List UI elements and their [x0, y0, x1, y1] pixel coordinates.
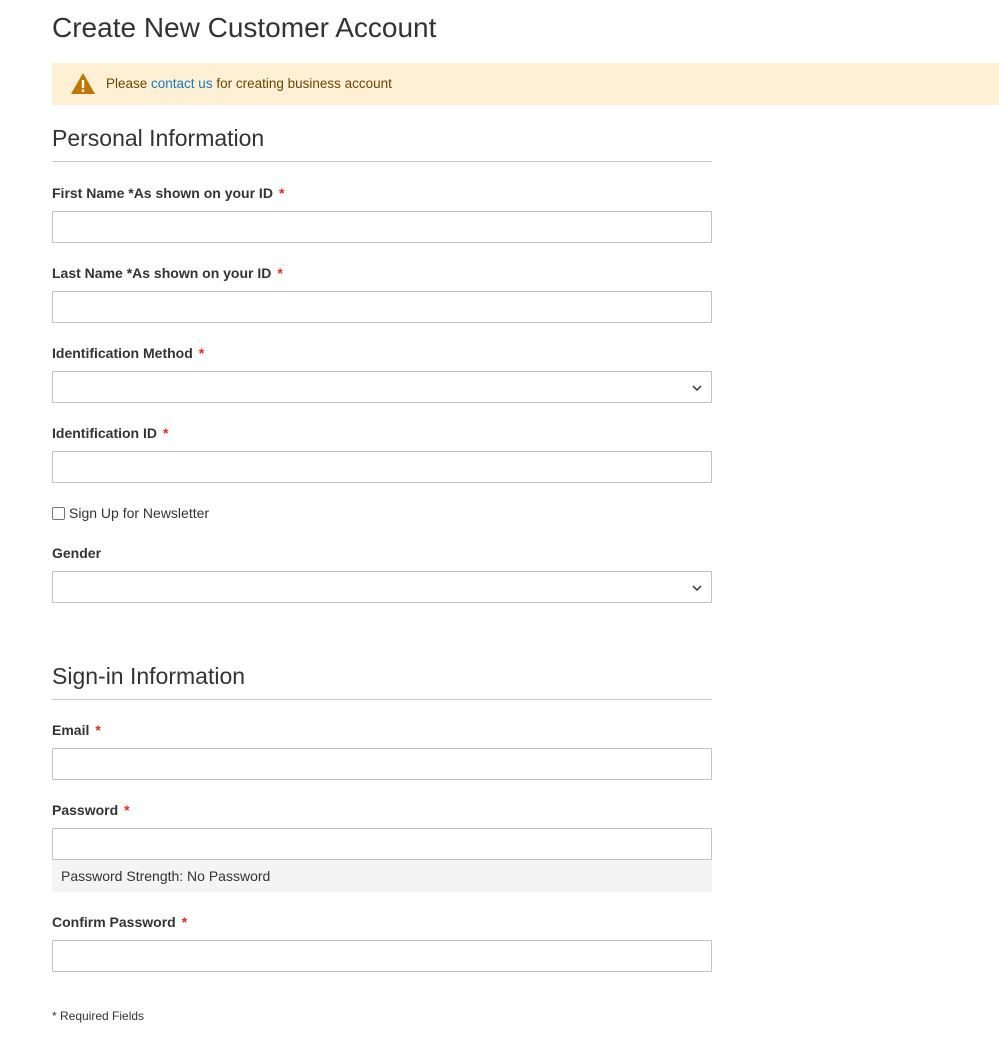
email-label-text: Email [52, 722, 90, 738]
business-account-notice: Please contact us for creating business … [52, 63, 999, 105]
create-account-page: Create New Customer Account Please conta… [0, 0, 999, 1049]
last-name-label-text: Last Name *As shown on your ID [52, 265, 272, 281]
chevron-down-icon [692, 385, 702, 392]
chevron-down-icon [692, 585, 702, 592]
required-fields-note: * Required Fields [52, 1009, 145, 1023]
last-name-input[interactable] [52, 291, 712, 323]
first-name-input[interactable] [52, 211, 712, 243]
notice-text-after: for creating business account [212, 76, 392, 91]
last-name-label: Last Name *As shown on your ID * [52, 264, 283, 282]
gender-select[interactable] [52, 571, 712, 603]
identification-method-select[interactable] [52, 371, 712, 403]
newsletter-label[interactable]: Sign Up for Newsletter [69, 504, 209, 522]
warning-triangle-icon [71, 73, 95, 94]
page-title: Create New Customer Account [52, 12, 437, 43]
newsletter-option: Sign Up for Newsletter [52, 504, 209, 522]
required-asterisk: * [278, 185, 285, 201]
required-asterisk: * [181, 914, 188, 930]
required-asterisk: * [198, 345, 205, 361]
first-name-label-text: First Name *As shown on your ID [52, 185, 273, 201]
email-input[interactable] [52, 748, 712, 780]
required-asterisk: * [95, 722, 101, 738]
password-label-text: Password [52, 802, 119, 818]
contact-us-link[interactable]: contact us [151, 76, 213, 91]
required-asterisk: * [124, 802, 130, 818]
newsletter-checkbox[interactable] [52, 506, 65, 520]
required-asterisk: * [163, 425, 169, 441]
personal-information-heading: Personal Information [52, 123, 712, 162]
password-label: Password * [52, 801, 130, 819]
password-input[interactable] [52, 828, 712, 860]
first-name-label: First Name *As shown on your ID * [52, 184, 284, 202]
confirm-password-input[interactable] [52, 940, 712, 972]
identification-id-label: Identification ID * [52, 424, 168, 442]
confirm-password-label: Confirm Password * [52, 913, 187, 931]
gender-label: Gender [52, 545, 102, 561]
confirm-password-label-text: Confirm Password [52, 914, 176, 930]
identification-id-label-text: Identification ID [52, 425, 157, 441]
identification-id-input[interactable] [52, 451, 712, 483]
notice-text-before: Please [106, 76, 152, 91]
identification-method-label: Identification Method * [52, 344, 204, 362]
identification-method-label-text: Identification Method [52, 345, 193, 361]
password-strength-meter: Password Strength: No Password [52, 860, 712, 892]
required-asterisk: * [277, 265, 283, 281]
signin-information-heading: Sign-in Information [52, 661, 712, 700]
email-label: Email * [52, 721, 101, 739]
notice-message: Please contact us for creating business … [106, 75, 392, 93]
